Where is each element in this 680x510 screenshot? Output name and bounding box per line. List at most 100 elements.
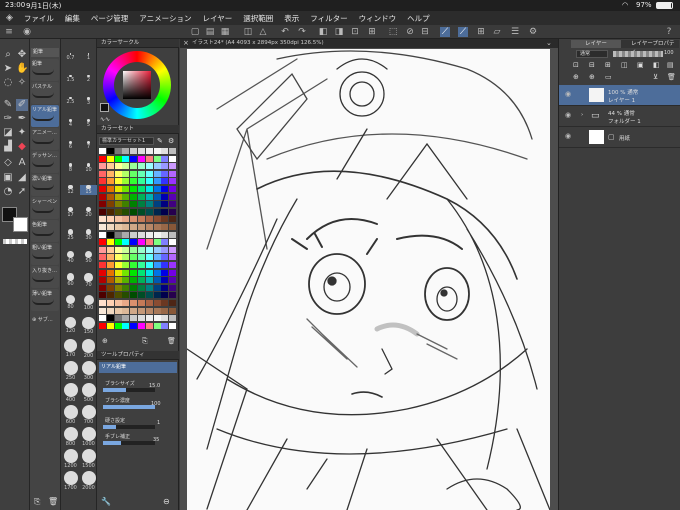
color-swatch[interactable] xyxy=(138,322,145,329)
color-swatch[interactable] xyxy=(106,170,114,177)
fill-icon[interactable]: ◨ xyxy=(334,27,344,37)
stabilization-value[interactable]: 35 xyxy=(153,437,159,443)
color-swatch[interactable] xyxy=(122,262,130,268)
brush-size-preset[interactable]: 300 xyxy=(80,361,97,381)
align-icon[interactable]: ☰ xyxy=(510,27,520,37)
color-swatch[interactable] xyxy=(161,163,169,170)
color-swatch[interactable] xyxy=(153,155,161,162)
snap-special-icon[interactable]: ⟋ xyxy=(458,27,468,37)
brush-size-preset[interactable]: 17 xyxy=(62,207,79,218)
color-swatch[interactable] xyxy=(169,239,177,246)
blend-icon[interactable]: ✦ xyxy=(16,127,28,139)
color-swatch[interactable] xyxy=(161,178,169,185)
color-swatch[interactable] xyxy=(122,322,130,329)
visibility-eye-icon[interactable]: ◉ xyxy=(565,111,571,119)
color-swatch[interactable] xyxy=(153,269,161,276)
color-swatch[interactable] xyxy=(145,269,153,276)
color-swatch[interactable] xyxy=(145,155,153,162)
color-swatch[interactable] xyxy=(138,170,145,177)
color-swatch[interactable] xyxy=(169,300,177,306)
color-swatch[interactable] xyxy=(145,246,153,253)
color-swatch[interactable] xyxy=(106,186,114,192)
move-icon[interactable]: ✥ xyxy=(16,49,28,61)
color-swatch[interactable] xyxy=(161,300,169,306)
add-color-icon[interactable]: ⊕ xyxy=(102,337,108,345)
color-swatch[interactable] xyxy=(138,155,145,162)
brush-size-preset[interactable]: 250 xyxy=(62,361,79,381)
color-swatch[interactable] xyxy=(99,193,106,200)
color-swatch[interactable] xyxy=(122,186,130,192)
color-swatch[interactable] xyxy=(99,300,106,306)
eyedrop-icon[interactable]: ✎ xyxy=(157,137,163,145)
redo-icon[interactable]: ↷ xyxy=(297,27,307,37)
subtool-real-pencil[interactable]: リアル鉛筆 xyxy=(31,105,59,127)
new-raster-layer-icon[interactable]: ⊕ xyxy=(573,73,579,81)
color-swatch[interactable] xyxy=(153,322,161,329)
color-swatch[interactable] xyxy=(145,300,153,306)
canvas-tab[interactable]: イラスト24* (A4 4093 x 2894px 350dpi 126.5%) xyxy=(180,39,558,48)
color-swatch[interactable] xyxy=(169,178,177,185)
color-swatch[interactable] xyxy=(114,284,122,291)
color-swatch[interactable] xyxy=(161,224,169,230)
color-swatch[interactable] xyxy=(122,307,130,314)
color-swatch[interactable] xyxy=(138,307,145,314)
opacity-value[interactable]: 100 xyxy=(664,50,674,56)
color-swatch[interactable] xyxy=(106,201,114,208)
main-color-mini[interactable] xyxy=(100,103,109,112)
color-swatch[interactable] xyxy=(145,148,153,154)
brush-size-preset[interactable]: 50 xyxy=(80,251,97,264)
color-swatch[interactable] xyxy=(169,277,177,284)
color-swatch[interactable] xyxy=(153,148,161,154)
figure-icon[interactable]: ◇ xyxy=(2,157,14,169)
saturation-square[interactable] xyxy=(123,71,151,99)
color-swatch[interactable] xyxy=(153,262,161,268)
brush-size-preset[interactable]: 200 xyxy=(80,339,97,359)
color-swatch[interactable] xyxy=(114,262,122,268)
palette-color-icon[interactable]: ◧ xyxy=(653,61,660,69)
color-swatch[interactable] xyxy=(153,170,161,177)
brush-size-preset[interactable]: 0.7 xyxy=(62,53,79,61)
layer-menu-icon[interactable]: ▤ xyxy=(667,61,674,69)
color-swatch[interactable] xyxy=(138,148,145,154)
correct-line-icon[interactable]: ➚ xyxy=(16,186,28,198)
color-swatch[interactable] xyxy=(138,292,145,299)
subtool-anime[interactable]: アニメー… xyxy=(31,128,59,150)
select-icon[interactable]: ⬚ xyxy=(388,27,398,37)
subtool-in-out[interactable]: 入り抜き… xyxy=(31,266,59,288)
color-swatch[interactable] xyxy=(114,300,122,306)
brush-size-preset[interactable]: 2000 xyxy=(80,471,97,491)
color-swatch[interactable] xyxy=(161,201,169,208)
color-swatch[interactable] xyxy=(99,239,106,246)
color-swatch[interactable] xyxy=(169,262,177,268)
color-swatch[interactable] xyxy=(145,231,153,238)
trash-icon[interactable]: 🗑 xyxy=(48,497,58,506)
color-swatch[interactable] xyxy=(114,208,122,215)
color-swatch[interactable] xyxy=(145,208,153,215)
color-swatch[interactable] xyxy=(145,186,153,192)
color-swatch[interactable] xyxy=(122,231,130,238)
color-swatch[interactable] xyxy=(130,315,138,322)
color-swatch[interactable] xyxy=(106,239,114,246)
color-swatch[interactable] xyxy=(106,277,114,284)
visibility-eye-icon[interactable]: ◉ xyxy=(565,90,571,98)
operation-icon[interactable]: ➤ xyxy=(2,63,14,75)
color-swatch[interactable] xyxy=(153,201,161,208)
delete-color-icon[interactable]: 🗑 xyxy=(167,337,176,345)
subtool-pastel[interactable]: パステル xyxy=(31,82,59,104)
color-swatch[interactable] xyxy=(99,186,106,192)
color-swatch[interactable] xyxy=(99,315,106,322)
hand-icon[interactable]: ✋ xyxy=(16,63,28,75)
color-wheel[interactable] xyxy=(103,51,171,119)
color-swatch[interactable] xyxy=(106,262,114,268)
color-swatch[interactable] xyxy=(122,284,130,291)
color-swatch[interactable] xyxy=(130,322,138,329)
color-swatch[interactable] xyxy=(114,163,122,170)
color-swatch[interactable] xyxy=(153,231,161,238)
color-swatch[interactable] xyxy=(161,262,169,268)
color-swatch[interactable] xyxy=(145,239,153,246)
color-swatch[interactable] xyxy=(99,208,106,215)
brush-size-preset[interactable]: 10 xyxy=(80,163,97,173)
color-swatch[interactable] xyxy=(130,170,138,177)
brush-size-preset[interactable]: 5 xyxy=(80,119,97,128)
grid-icon[interactable]: ⊞ xyxy=(476,27,486,37)
